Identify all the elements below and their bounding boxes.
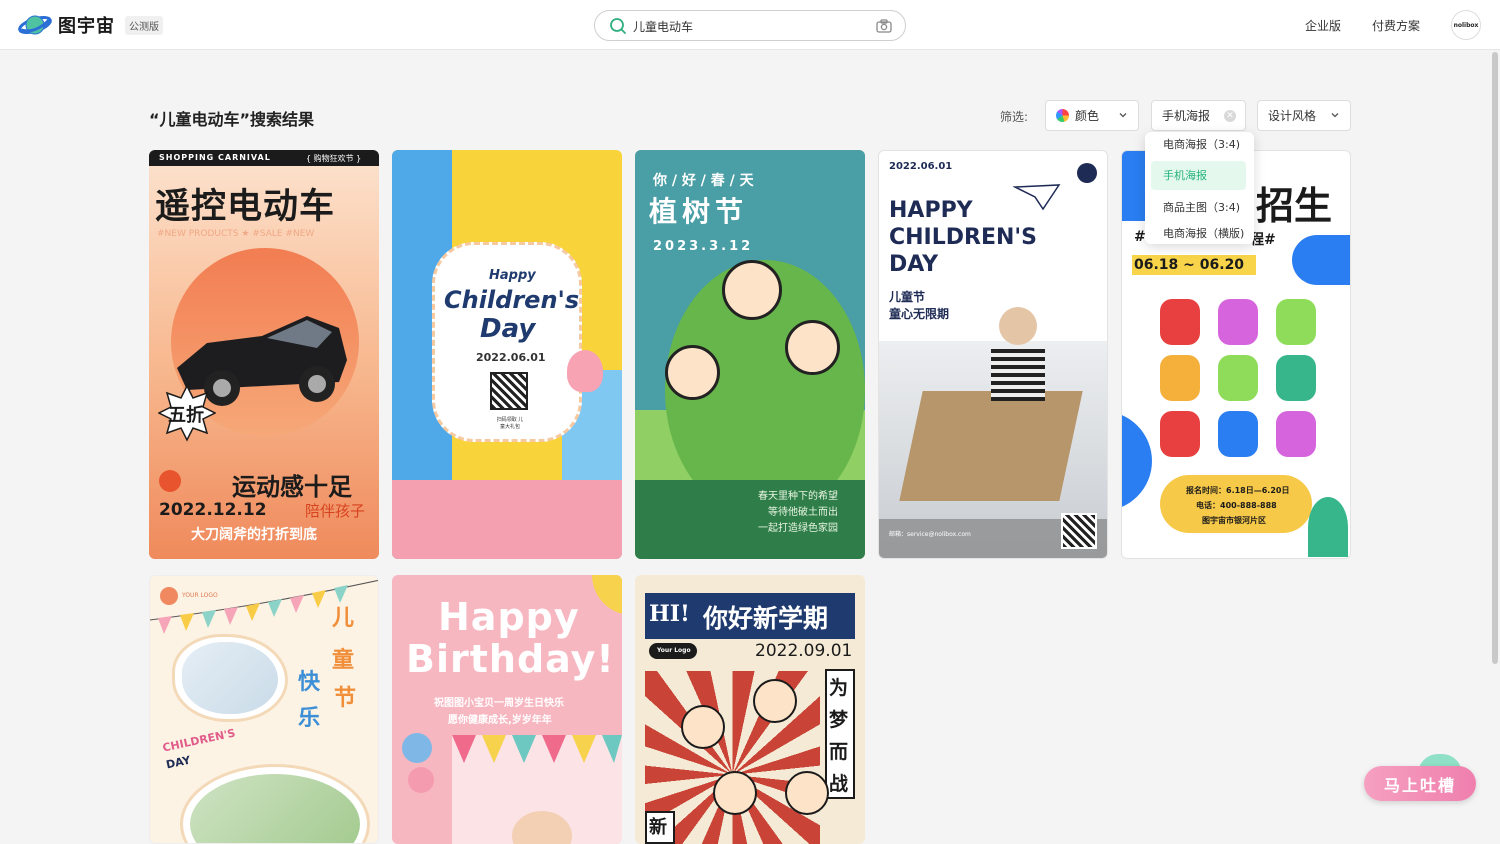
card-text: # [1134,229,1146,245]
card-text: 图宇宙市银河片区 [1202,516,1266,525]
card-text: 愿你健康成长,岁岁年年 [448,715,552,726]
qr-caption: 扫码领取 儿童大礼包 [496,417,524,430]
nav-pricing[interactable]: 付费方案 [1372,17,1420,34]
results-title: “儿童电动车”搜索结果 [149,110,315,129]
card-text: 战 [829,773,849,795]
search-input[interactable] [633,16,863,36]
color-wheel-icon [1056,109,1069,122]
card-title: CHILDREN'S [889,225,1037,250]
paper-plane-icon [1013,184,1061,211]
card-text: 童心无限期 [889,307,950,321]
card-title: 遥控电动车 [155,187,336,227]
camera-icon[interactable] [875,17,893,35]
avatar[interactable]: nolibox [1451,10,1481,40]
card-subtitle: #NEW PRODUCTS ★ #SALE #NEW [157,229,315,239]
style-filter[interactable]: 设计风格 [1257,100,1351,131]
card-text: 春天里种下的希望 [758,491,838,502]
card-text: CHILDREN'S [161,726,237,755]
card-text: 电话：400-888-888 [1196,501,1277,510]
card-title: HI! [649,601,690,627]
dropdown-option[interactable]: 商品主图（3:4) [1151,193,1246,222]
template-card[interactable]: 2022.06.01 HAPPY CHILDREN'S DAY 儿童节 童心无限… [878,150,1108,559]
card-date: 06.18 ~ 06.20 [1134,257,1245,273]
card-title: Day [480,314,536,344]
dropdown-option-selected[interactable]: 手机海报 [1151,161,1246,190]
card-text: 儿童节 [889,290,926,304]
template-card[interactable]: YOUR LOGO 儿 童 快 乐 节 CHILDREN'S DAY [149,575,379,844]
dropdown-option[interactable]: 电商海报（横版) [1151,224,1246,244]
card-title: DAY [889,252,939,277]
bunting-decoration [452,735,622,763]
size-filter-label: 手机海报 [1162,109,1211,123]
qr-code [490,372,528,410]
card-text: 梦 [829,709,849,731]
nav-enterprise[interactable]: 企业版 [1305,17,1341,34]
card-title: HAPPY [889,198,973,223]
card-text: 新 [649,817,667,838]
card-text: 乐 [298,706,321,731]
brand-name: 图宇宙 [58,16,115,37]
card-slogan: 运动感十足 [232,473,352,501]
discount-badge: 五折 [168,405,204,426]
card-text: 为 [829,677,849,699]
card-text: Happy [489,268,536,283]
qr-code [1061,513,1097,549]
card-text: 报名时间：6.18日—6.20日 [1186,486,1290,495]
size-dropdown-menu: 电商海报（3:4) 手机海报 商品主图（3:4) 电商海报（横版) [1145,132,1254,244]
card-title: 招生 [1256,184,1333,228]
top-header: 图宇宙 公测版 企业版 付费方案 nolibox [0,0,1500,50]
card-title: 你好新学期 [703,604,829,633]
card-title: 植树节 [649,195,749,228]
clear-icon[interactable]: ✕ [1224,110,1236,122]
page-scrollbar[interactable] [1492,52,1498,664]
feedback-button[interactable]: 马上吐槽 [1364,766,1476,801]
card-date: 2022.06.01 [476,351,546,364]
brand-logo[interactable]: 图宇宙 公测版 [18,12,163,38]
color-filter[interactable]: 颜色 [1045,100,1139,131]
planet-logo-icon [18,15,52,35]
card-text: 快 [298,670,321,695]
card-title: Birthday! [406,637,615,681]
chevron-down-icon [1119,113,1127,118]
search-icon [610,18,626,34]
template-card[interactable]: Happy Birthday! 祝图图小宝贝一周岁生日快乐 愿你健康成长,岁岁年… [392,575,622,844]
template-card[interactable]: HI! 你好新学期 Your Logo 2022.09.01 为 梦 而 战 新 [635,575,865,844]
card-bottom-text: 大刀阔斧的打折到底 [191,527,317,543]
card-text: 而 [829,741,849,763]
card-date: 2022.06.01 [889,161,953,172]
template-card[interactable]: 你 / 好 / 春 / 天 植树节 2023.3.12 春天里种下的希望 等待他… [635,150,865,559]
card-logo: Your Logo [657,647,691,654]
size-filter[interactable]: 手机海报 ✕ [1151,100,1246,131]
card-text: 儿 [332,606,355,631]
card-text: 童 [332,648,355,673]
card-footer: 邮箱：service@nolibox.com [889,531,971,538]
card-date: 2022.12.12 [159,500,267,520]
card-title: Happy [438,595,580,639]
card-title: Children's [444,286,580,314]
template-card[interactable]: SHOPPING CARNIVAL { 购物狂欢节 } 遥控电动车 #NEW P… [149,150,379,559]
card-text: 祝图图小宝贝一周岁生日快乐 [434,698,564,709]
style-filter-label: 设计风格 [1268,109,1317,123]
card-tag: 陪伴孩子 [305,502,366,520]
filter-label: 筛选: [1000,110,1029,124]
card-date: 2022.09.01 [755,641,853,661]
card-tag: { 购物狂欢节 } [306,154,362,163]
card-text: 你 / 好 / 春 / 天 [653,173,754,189]
card-date: 2023.3.12 [653,239,754,254]
chevron-down-icon [1331,113,1339,118]
search-bar [594,10,906,41]
card-text: 一起打造绿色家园 [758,523,838,534]
beta-badge: 公测版 [125,15,163,35]
color-filter-label: 颜色 [1075,109,1100,123]
card-text: 等待他破土而出 [768,507,838,518]
dropdown-option[interactable]: 电商海报（3:4) [1151,132,1246,158]
card-text: 节 [334,686,357,711]
template-card[interactable]: Happy Children's Day 2022.06.01 扫码领取 儿童大… [392,150,622,559]
card-text: DAY [164,753,192,772]
card-tag: SHOPPING CARNIVAL [159,153,271,162]
